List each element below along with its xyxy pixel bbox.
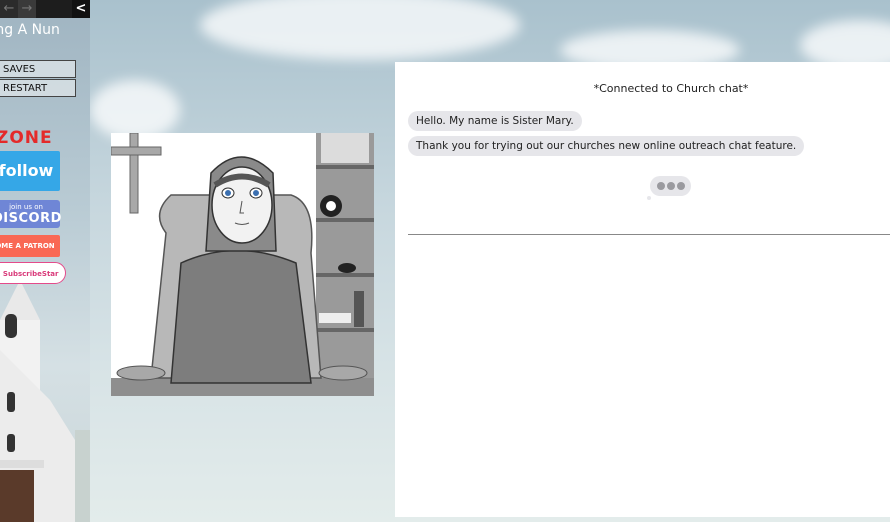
chat-message: Thank you for trying out our churches ne… — [408, 136, 805, 156]
restart-button[interactable]: RESTART — [0, 79, 76, 97]
story-title: ting A Nun — [0, 22, 60, 38]
typing-dot — [657, 182, 665, 190]
sidebar: ← → < ting A Nun SAVES RESTART ZONE foll… — [0, 0, 90, 522]
saves-button[interactable]: SAVES — [0, 60, 76, 78]
nav-bar: ← → < — [0, 0, 90, 18]
subscribestar-button[interactable]: n SubscribeStar — [0, 262, 66, 284]
discord-button[interactable]: join us on DISCORD — [0, 200, 62, 228]
cloud — [90, 80, 180, 140]
cloud — [200, 0, 520, 60]
zone-logo[interactable]: ZONE — [0, 128, 62, 148]
forward-arrow-icon[interactable]: → — [18, 0, 36, 18]
chat-message: Hello. My name is Sister Mary. — [408, 111, 582, 131]
discord-label: DISCORD — [0, 211, 62, 226]
follow-button[interactable]: follow — [0, 151, 60, 191]
patron-button[interactable]: OME A PATRON — [0, 235, 60, 257]
typing-dot — [677, 182, 685, 190]
typing-tail — [647, 196, 651, 200]
chat-divider — [408, 234, 890, 235]
chevron-left-icon[interactable]: < — [72, 0, 90, 18]
typing-dot — [667, 182, 675, 190]
church-illustration — [0, 280, 90, 522]
back-arrow-icon[interactable]: ← — [0, 0, 18, 18]
character-portrait — [111, 133, 374, 396]
chat-panel: *Connected to Church chat* Hello. My nam… — [395, 62, 890, 517]
chat-status: *Connected to Church chat* — [593, 82, 749, 95]
typing-indicator — [650, 176, 691, 196]
